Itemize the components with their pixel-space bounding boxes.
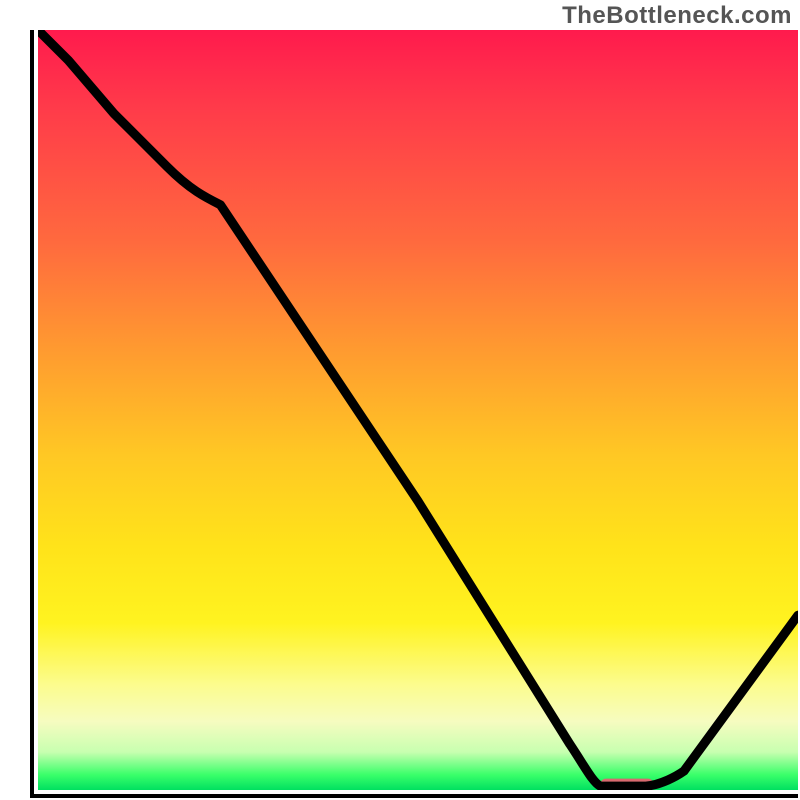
plot-area [30, 30, 798, 798]
chart-svg [38, 30, 798, 790]
chart-frame: TheBottleneck.com [0, 0, 800, 800]
bottleneck-curve [38, 30, 798, 786]
watermark-text: TheBottleneck.com [562, 2, 792, 30]
